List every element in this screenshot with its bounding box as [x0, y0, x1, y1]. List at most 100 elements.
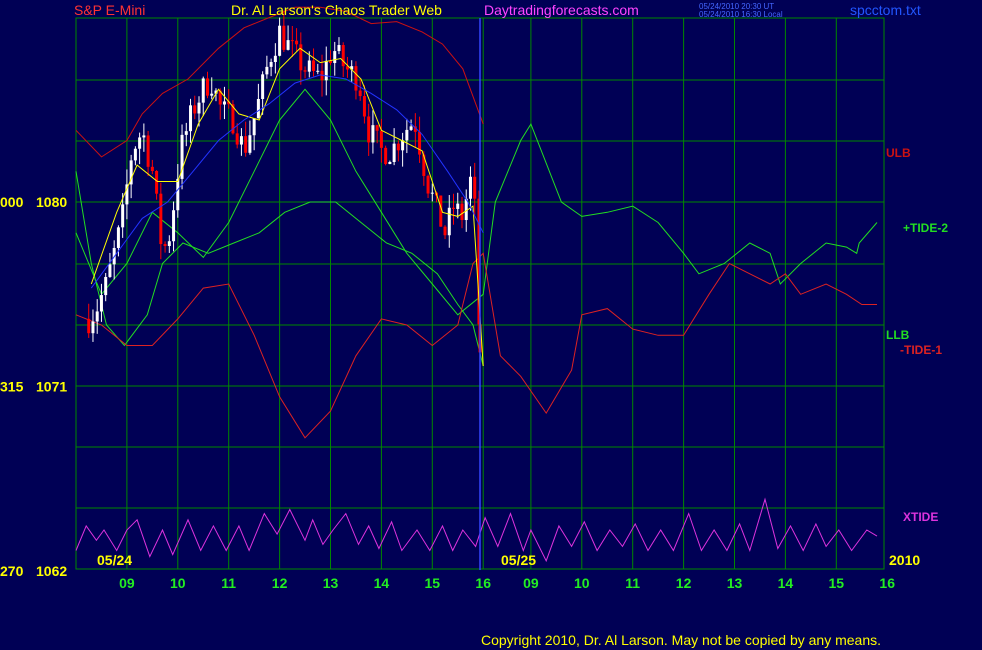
x-tick-label: 10: [170, 575, 186, 591]
price-bars: [87, 10, 482, 354]
price-bar-body: [133, 148, 137, 161]
price-bar-body: [150, 166, 154, 171]
indicator-lines: [75, 6, 878, 563]
price-bar-body: [197, 102, 201, 114]
price-bar-body: [273, 55, 277, 63]
page-title: Dr. Al Larson's Chaos Trader Web: [231, 2, 442, 18]
price-bar-body: [235, 133, 239, 145]
price-bar-body: [388, 161, 392, 165]
series-label-ulb: ULB: [886, 146, 911, 160]
timestamp-local: 05/24/2010 16:30 Local: [699, 10, 783, 19]
x-tick-label: 11: [625, 575, 640, 591]
price-bar-body: [290, 40, 294, 42]
x-tick-label: 13: [727, 575, 743, 591]
price-bar-body: [460, 203, 464, 221]
price-bar-body: [316, 70, 320, 72]
price-bar-body: [384, 147, 388, 165]
price-bar-body: [409, 126, 413, 130]
price-bar-body: [375, 125, 379, 131]
file-name: spcctom.txt: [850, 2, 921, 18]
price-bar-body: [473, 176, 477, 199]
y-tick-label: 1071: [36, 379, 67, 395]
price-bar-body: [222, 101, 226, 105]
date-label: 2010: [889, 552, 920, 568]
copyright-notice: Copyright 2010, Dr. Al Larson. May not b…: [481, 632, 881, 648]
price-bar-body: [303, 70, 307, 72]
price-bar-body: [286, 40, 290, 50]
series-label--tide-1: -TIDE-1: [900, 343, 942, 357]
x-tick-label: 09: [523, 575, 539, 591]
price-bar-body: [256, 98, 260, 119]
price-bar-body: [392, 143, 396, 162]
x-tick-label: 16: [475, 575, 491, 591]
series-line-xtide: [75, 497, 878, 563]
date-label: 05/25: [501, 552, 536, 568]
y-tick-label: 1062: [36, 563, 67, 579]
y-tick-left: 270: [0, 563, 24, 579]
site-link[interactable]: Daytradingforecasts.com: [484, 2, 639, 18]
x-tick-label: 13: [323, 575, 339, 591]
price-bar-body: [248, 135, 252, 153]
price-bar-body: [405, 129, 409, 141]
x-axis-ticks: 09 10 11 12 13 14 15 16 09 10 11 12 13 14 15 16: [119, 575, 895, 591]
price-bar-body: [189, 105, 193, 132]
date-label: 05/24: [97, 552, 132, 568]
price-bar-body: [159, 193, 163, 245]
price-bar-body: [104, 276, 108, 296]
x-tick-label: 11: [221, 575, 236, 591]
x-tick-label: 15: [425, 575, 441, 591]
x-tick-label: 14: [374, 575, 390, 591]
price-bar-body: [210, 93, 214, 96]
price-bar-body: [456, 203, 460, 209]
price-bar-body: [379, 130, 383, 148]
x-tick-label: 16: [879, 575, 895, 591]
average-lines: [90, 47, 484, 367]
price-bar-body: [337, 45, 341, 52]
price-bar-body: [95, 311, 99, 322]
price-bar-body: [87, 318, 91, 334]
price-bar-body: [312, 60, 316, 71]
price-bar-body: [324, 60, 328, 81]
price-bar-body: [333, 51, 337, 64]
price-bar-body: [261, 74, 265, 99]
price-bar-body: [396, 143, 400, 151]
series-label-llb: LLB: [886, 328, 910, 342]
price-bar-body: [91, 321, 95, 334]
price-bar-body: [295, 40, 299, 45]
x-tick-label: 15: [829, 575, 845, 591]
price-bar-body: [447, 207, 451, 236]
price-bar-body: [418, 131, 422, 155]
price-bar-body: [163, 244, 167, 246]
price-bar-body: [172, 210, 176, 242]
price-bar-body: [116, 227, 120, 248]
y-tick-left: 000: [0, 194, 24, 210]
y-axis-ticks: 000 1080 315 1071 270 1062: [0, 194, 67, 579]
series-labels: ULB +TIDE-2 LLB-TIDE-1 XTIDE: [886, 146, 948, 524]
price-bar-body: [452, 207, 456, 209]
price-bar-body: [239, 136, 243, 145]
chart-canvas: S&P E-Mini Dr. Al Larson's Chaos Trader …: [0, 2, 948, 648]
price-bar-body: [205, 78, 209, 96]
price-bar-body: [121, 204, 125, 228]
price-bar-body: [146, 135, 150, 167]
price-bar-body: [354, 66, 358, 91]
date-labels: 05/24 05/25 2010: [97, 552, 920, 568]
y-tick-label: 1080: [36, 194, 67, 210]
price-bar-body: [362, 96, 366, 117]
x-tick-label: 10: [574, 575, 590, 591]
price-bar-body: [430, 192, 434, 194]
x-tick-label: 14: [778, 575, 794, 591]
price-bar-body: [201, 78, 205, 103]
x-tick-label: 12: [676, 575, 692, 591]
price-bar-body: [278, 25, 282, 56]
price-bar-body: [341, 45, 345, 67]
price-bar-body: [282, 25, 286, 50]
price-bar-body: [307, 60, 311, 72]
price-bar-body: [468, 176, 472, 199]
price-bar-body: [176, 178, 180, 211]
price-bar-body: [108, 264, 112, 277]
price-bar-body: [167, 241, 171, 246]
series-line-slow-avg: [90, 74, 484, 289]
price-bar-body: [443, 226, 447, 236]
series-label--tide-2: +TIDE-2: [903, 221, 948, 235]
